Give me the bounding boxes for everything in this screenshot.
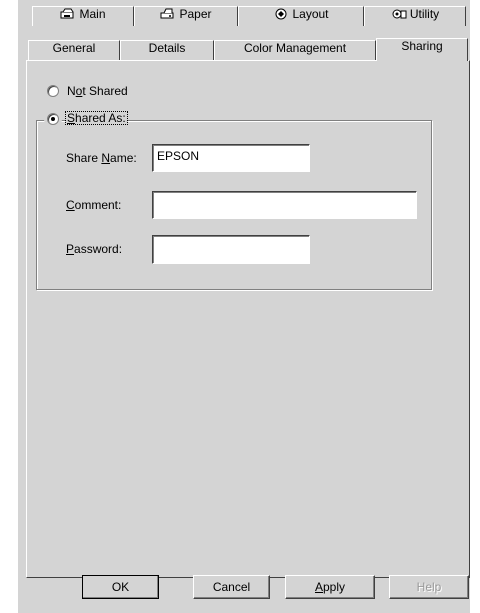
layout-tab-icon [273,8,289,20]
tab-color-management[interactable]: Color Management [214,40,376,60]
tab-details[interactable]: Details [120,40,214,60]
shared-as-radio[interactable] [47,113,59,125]
share-name-field[interactable]: EPSON [152,144,310,172]
tab-layout[interactable]: Layout [238,6,364,26]
share-name-label: Share Name: [66,151,137,165]
tab-main[interactable]: Main [32,6,134,26]
help-button[interactable]: Help [389,575,469,599]
tab-paper[interactable]: Paper [134,6,238,26]
tab-paper-label: Paper [179,7,212,21]
not-shared-label[interactable]: Not Shared [67,84,128,98]
shared-as-label[interactable]: Shared As: [65,111,128,125]
apply-button[interactable]: Apply [285,575,375,599]
paper-tab-icon [160,8,176,20]
tab-sharing-label: Sharing [401,39,443,53]
tab-details-label: Details [148,41,186,55]
tab-color-management-label: Color Management [243,41,347,55]
printer-properties-dialog: Main Paper Layout Utility General Detail… [18,0,470,613]
not-shared-radio[interactable] [47,85,59,97]
tab-general[interactable]: General [28,40,120,60]
ok-button[interactable]: OK [82,575,159,599]
tab-utility-label: Utility [409,7,440,21]
utility-tab-icon [391,8,407,20]
password-field[interactable] [152,235,310,264]
main-tab-icon [60,8,76,20]
comment-field[interactable] [152,191,417,219]
tab-layout-label: Layout [292,7,329,21]
tab-utility[interactable]: Utility [364,6,466,26]
tab-sharing[interactable]: Sharing [376,38,468,61]
tab-main-label: Main [79,7,106,21]
password-label: Password: [66,242,123,256]
cancel-button[interactable]: Cancel [193,575,270,599]
comment-label: Comment: [66,198,122,212]
tab-general-label: General [52,41,96,55]
